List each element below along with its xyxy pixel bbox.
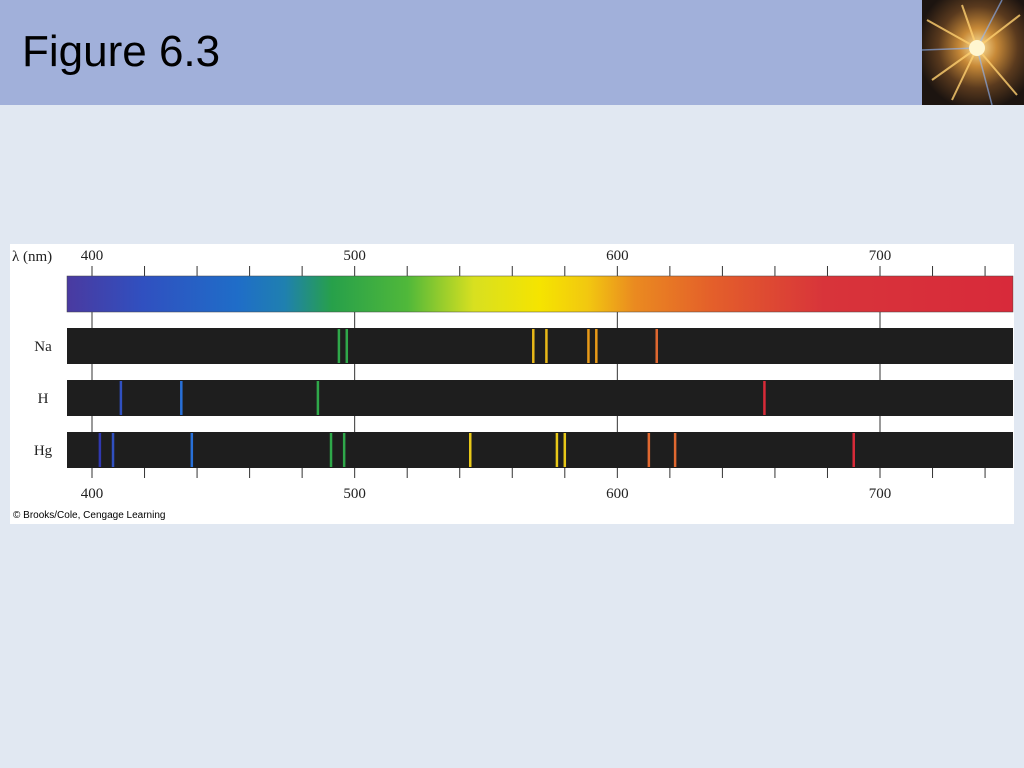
top-tick-label-400: 400 [81,248,104,264]
slide-title: Figure 6.3 [22,27,221,76]
emission-rows: Na H Hg [34,328,1013,468]
bottom-tick-label-400: 400 [81,486,104,502]
spectrum-row-hg: Hg [34,432,1013,468]
top-tick-label-500: 500 [343,248,366,264]
band-na [67,328,1013,364]
bottom-tick-label-700: 700 [869,486,892,502]
axis-label: λ (nm) [12,249,52,265]
copyright-credit: © Brooks/Cole, Cengage Learning [13,510,166,521]
band-hg [67,432,1013,468]
continuous-spectrum [66,275,1014,313]
bottom-tick-label-500: 500 [343,486,366,502]
corner-photo [922,0,1024,105]
row-label-na: Na [34,339,52,355]
title-bar: Figure 6.3 [0,0,922,105]
spectra-figure: λ (nm) 400 500 600 700 400 500 600 700 Na H Hg ©… [10,244,1014,524]
spectra-diagram: λ (nm) 400 500 600 700 400 500 600 700 Na H Hg [12,248,1014,502]
row-label-h: H [38,391,49,407]
top-tick-label-600: 600 [606,248,629,264]
spectrum-row-na: Na [34,328,1013,364]
spectrum-row-h: H [38,380,1013,416]
bottom-tick-label-600: 600 [606,486,629,502]
band-h [67,380,1013,416]
top-tick-label-700: 700 [869,248,892,264]
row-label-hg: Hg [34,443,53,459]
bottom-axis-ticks: 400 500 600 700 [81,468,986,502]
